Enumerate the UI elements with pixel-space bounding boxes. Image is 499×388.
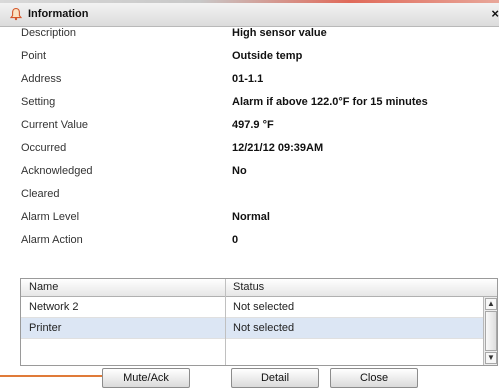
cell-status: Not selected [233,322,295,334]
table-row-empty [21,339,483,359]
detail-row-alarm-action: Alarm Action 0 [0,234,499,252]
detail-row-address: Address 01-1.1 [0,73,499,91]
scroll-up-icon[interactable]: ▲ [485,298,497,310]
detail-row-setting: Setting Alarm if above 122.0°F for 15 mi… [0,96,499,114]
cell-name: Network 2 [29,301,79,313]
detail-value: High sensor value [232,27,327,39]
detail-row-alarm-level: Alarm Level Normal [0,211,499,229]
dialog-titlebar: Information × [0,3,499,27]
detail-value: 01-1.1 [232,73,264,85]
callout-pointer-mute [0,375,104,377]
detail-row-cleared: Cleared [0,188,499,206]
cell-name: Printer [29,322,62,334]
notification-table: Name Status Network 2 Not selected Print… [20,278,498,366]
detail-row-occurred: Occurred 12/21/12 09:39AM [0,142,499,160]
detail-row-point: Point Outside temp [0,50,499,68]
column-header-status[interactable]: Status [233,281,264,293]
table-header: Name Status [21,279,497,297]
scroll-down-icon[interactable]: ▼ [485,352,497,364]
close-icon[interactable]: × [491,6,499,21]
detail-value: Outside temp [232,50,303,62]
table-row-selected[interactable]: Printer Not selected [21,318,483,339]
table-scrollbar[interactable]: ▲ ▼ [483,297,497,365]
detail-label: Acknowledged [21,165,93,177]
detail-button[interactable]: Detail [231,368,319,388]
detail-value: No [232,165,247,177]
detail-label: Current Value [21,119,89,131]
column-header-name[interactable]: Name [29,281,58,293]
detail-label: Alarm Level [21,211,80,223]
detail-value: 497.9 °F [232,119,274,131]
detail-row-description: Description High sensor value [0,27,499,45]
detail-label: Setting [21,96,56,108]
detail-value: 0 [232,234,239,246]
detail-label: Description [21,27,77,39]
close-button[interactable]: Close [330,368,418,388]
dialog-title: Information [28,8,89,20]
detail-row-acknowledged: Acknowledged No [0,165,499,183]
detail-value: Normal [232,211,270,223]
detail-label: Point [21,50,47,62]
detail-value: 12/21/12 09:39AM [232,142,324,154]
detail-value: Alarm if above 122.0°F for 15 minutes [232,96,428,108]
column-separator [225,279,226,365]
cell-status: Not selected [233,301,295,313]
detail-label: Cleared [21,188,60,200]
scrollbar-thumb[interactable] [485,311,497,351]
detail-row-current-value: Current Value 497.9 °F [0,119,499,137]
alarm-bell-icon [9,7,23,21]
detail-label: Alarm Action [21,234,83,246]
detail-label: Address [21,73,62,85]
detail-label: Occurred [21,142,67,154]
table-row[interactable]: Network 2 Not selected [21,297,483,318]
mute-ack-button[interactable]: Mute/Ack [102,368,190,388]
